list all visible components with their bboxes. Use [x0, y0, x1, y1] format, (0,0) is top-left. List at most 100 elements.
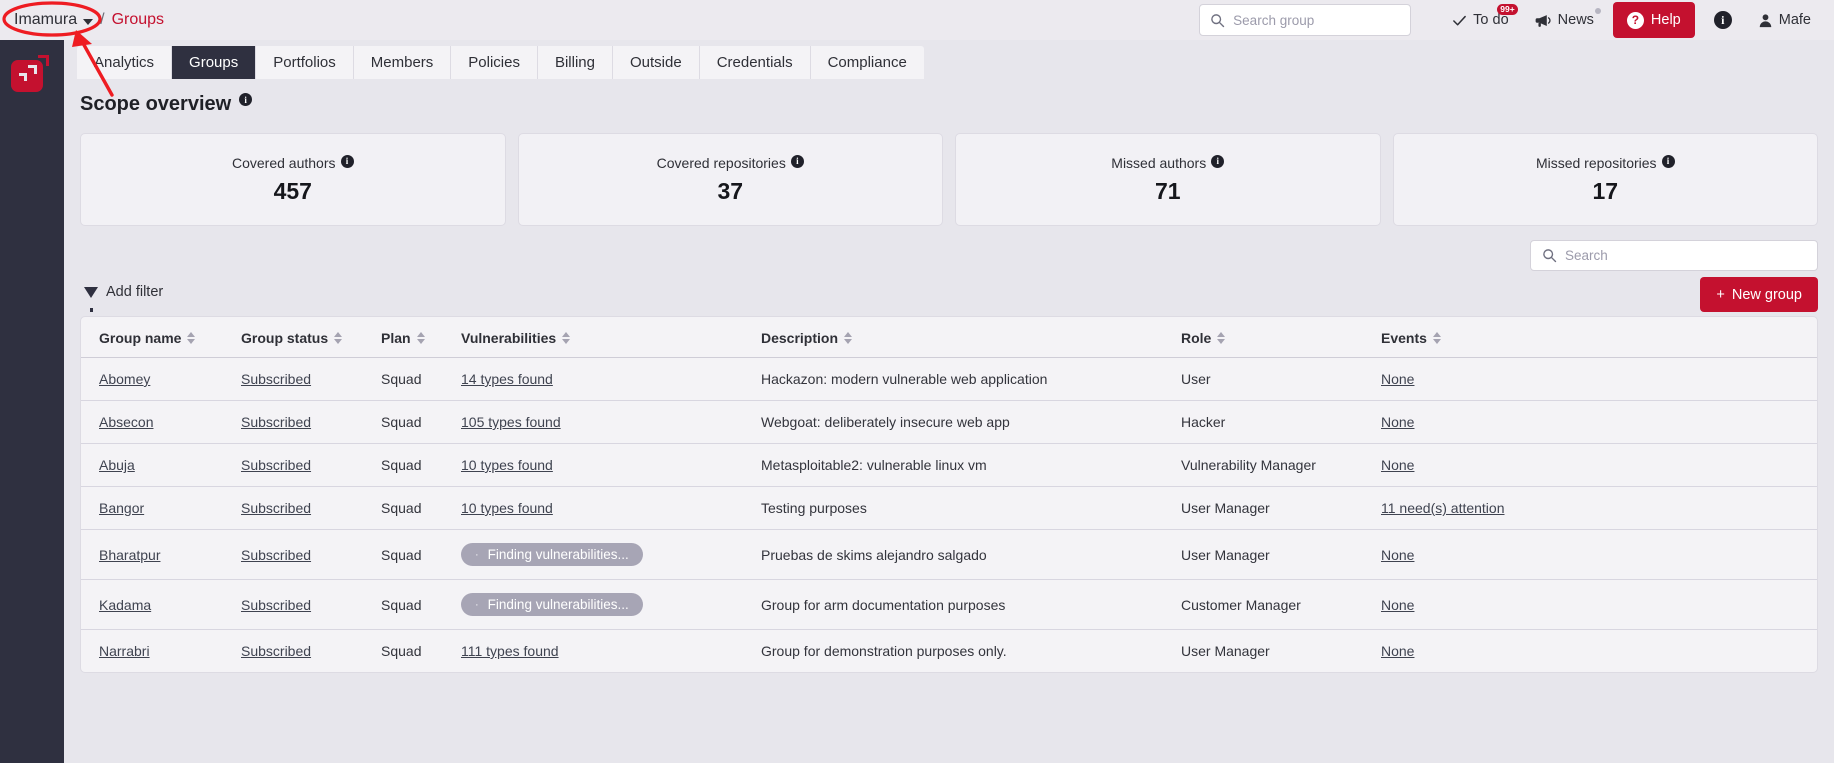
cell-role: User Manager: [1181, 529, 1381, 580]
events-link[interactable]: 11 need(s) attention: [1381, 500, 1505, 516]
info-icon[interactable]: i: [790, 154, 804, 168]
group-name-link[interactable]: Abomey: [99, 371, 150, 387]
sort-arrows-icon[interactable]: [1217, 332, 1226, 344]
cell-group-status: Subscribed: [241, 579, 381, 630]
column-header-vulnerabilities[interactable]: Vulnerabilities: [461, 317, 761, 358]
group-name-link[interactable]: Bangor: [99, 500, 144, 516]
column-header-description[interactable]: Description: [761, 317, 1181, 358]
column-header-events[interactable]: Events: [1381, 317, 1817, 358]
group-status-link[interactable]: Subscribed: [241, 371, 311, 387]
vulnerabilities-link[interactable]: 111 types found: [461, 643, 559, 659]
vulnerabilities-link[interactable]: 10 types found: [461, 500, 553, 516]
group-name-link[interactable]: Narrabri: [99, 643, 150, 659]
user-menu[interactable]: Mafe: [1745, 0, 1824, 40]
tab-portfolios[interactable]: Portfolios: [256, 46, 354, 79]
cell-group-status: Subscribed: [241, 630, 381, 673]
role-value: User Manager: [1181, 546, 1270, 563]
tab-outside[interactable]: Outside: [613, 46, 700, 79]
tab-label: Analytics: [94, 54, 155, 71]
info-icon[interactable]: i: [1661, 154, 1675, 168]
column-header-group-status[interactable]: Group status: [241, 317, 381, 358]
info-icon[interactable]: i: [340, 154, 354, 168]
vulnerabilities-link[interactable]: 14 types found: [461, 371, 553, 387]
tab-credentials[interactable]: Credentials: [699, 46, 811, 79]
description-value: Webgoat: deliberately insecure web app: [761, 414, 1010, 430]
top-header-bar: Imamura / Groups Search group To do 99+: [0, 0, 1834, 40]
group-status-link[interactable]: Subscribed: [241, 597, 311, 613]
column-header-inner[interactable]: Plan: [381, 330, 425, 346]
events-link[interactable]: None: [1381, 414, 1414, 430]
breadcrumb-org-label: Imamura: [14, 11, 78, 28]
sort-arrows-icon[interactable]: [844, 332, 853, 344]
vulnerabilities-link[interactable]: 10 types found: [461, 457, 553, 473]
description-value: Testing purposes: [761, 500, 867, 516]
table-search-input[interactable]: Search: [1530, 240, 1818, 271]
global-search-input[interactable]: Search group: [1199, 4, 1412, 36]
tab-groups[interactable]: Groups: [172, 46, 257, 79]
column-header-inner[interactable]: Role: [1181, 330, 1226, 346]
column-header-role[interactable]: Role: [1181, 317, 1381, 358]
groups-table: Group name Group status Plan Vulnerabilitie…: [81, 317, 1817, 672]
add-filter-button[interactable]: Add filter: [84, 284, 163, 312]
cell-plan: Squad: [381, 579, 461, 630]
cell-events: None: [1381, 400, 1817, 444]
sort-arrows-icon[interactable]: [416, 332, 425, 344]
column-header-inner[interactable]: Group name: [99, 330, 196, 346]
breadcrumb-current-groups[interactable]: Groups: [112, 11, 164, 29]
events-link[interactable]: None: [1381, 371, 1414, 387]
cell-role: User Manager: [1181, 486, 1381, 530]
group-name-link[interactable]: Abuja: [99, 457, 135, 473]
column-header-inner[interactable]: Vulnerabilities: [461, 330, 571, 346]
events-link[interactable]: None: [1381, 547, 1414, 563]
column-header-label: Group name: [99, 330, 182, 346]
group-status-link[interactable]: Subscribed: [241, 414, 311, 430]
group-name-link[interactable]: Bharatpur: [99, 547, 160, 563]
group-status-link[interactable]: Subscribed: [241, 547, 311, 563]
sort-arrows-icon[interactable]: [1432, 332, 1441, 344]
stat-card-label: Missed repositories: [1535, 154, 1657, 171]
group-name-link[interactable]: Kadama: [99, 597, 151, 613]
column-header-inner[interactable]: Description: [761, 330, 853, 346]
events-link[interactable]: None: [1381, 457, 1414, 473]
cell-group-name: Abomey: [81, 357, 241, 401]
events-link[interactable]: None: [1381, 643, 1414, 659]
new-group-button[interactable]: + New group: [1700, 277, 1818, 312]
group-status-link[interactable]: Subscribed: [241, 457, 311, 473]
help-button[interactable]: ? Help: [1612, 2, 1695, 38]
tab-policies[interactable]: Policies: [451, 46, 538, 79]
app-logo[interactable]: [11, 52, 53, 94]
role-value: User Manager: [1181, 643, 1270, 659]
tab-analytics[interactable]: Analytics: [77, 46, 173, 79]
sort-arrows-icon[interactable]: [334, 332, 343, 344]
events-link[interactable]: None: [1381, 597, 1414, 613]
vulnerabilities-link[interactable]: 105 types found: [461, 414, 561, 430]
column-header-group-name[interactable]: Group name: [81, 317, 241, 358]
cell-vulnerabilities: · Finding vulnerabilities...: [461, 579, 761, 630]
tab-compliance[interactable]: Compliance: [810, 46, 924, 79]
column-header-inner[interactable]: Group status: [241, 330, 343, 346]
info-icon[interactable]: i: [239, 93, 253, 106]
sort-arrows-icon[interactable]: [187, 332, 196, 344]
breadcrumb-org-selector[interactable]: Imamura: [14, 11, 94, 29]
user-name: Mafe: [1778, 12, 1811, 28]
header-actions: Search group To do 99+ News ? Help i Maf…: [1199, 0, 1834, 40]
new-group-label: New group: [1731, 286, 1802, 303]
tab-billing[interactable]: Billing: [537, 46, 613, 79]
tab-label: Policies: [468, 54, 520, 71]
stat-card-value: 17: [1592, 177, 1619, 204]
info-button[interactable]: i: [1701, 0, 1745, 40]
group-name-link[interactable]: Absecon: [99, 414, 153, 430]
left-sidebar-rail: [0, 40, 64, 763]
info-icon[interactable]: i: [1211, 154, 1225, 168]
cell-group-name: Kadama: [81, 579, 241, 630]
column-header-inner[interactable]: Events: [1381, 330, 1441, 346]
tab-members[interactable]: Members: [353, 46, 452, 79]
group-status-link[interactable]: Subscribed: [241, 500, 311, 516]
sort-arrows-icon[interactable]: [562, 332, 571, 344]
column-header-plan[interactable]: Plan: [381, 317, 461, 358]
role-value: User: [1181, 371, 1211, 387]
megaphone-icon: [1535, 14, 1551, 27]
todo-button[interactable]: To do 99+: [1439, 0, 1521, 40]
group-status-link[interactable]: Subscribed: [241, 643, 311, 659]
news-button[interactable]: News: [1522, 0, 1607, 40]
